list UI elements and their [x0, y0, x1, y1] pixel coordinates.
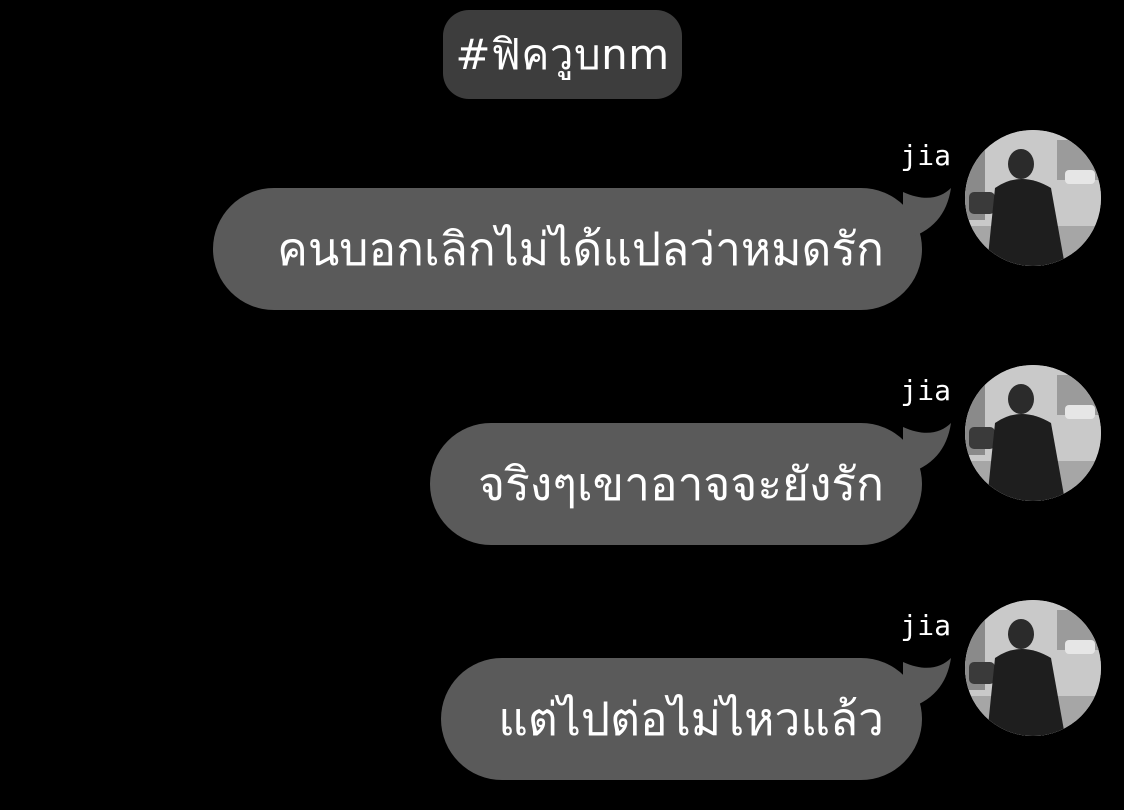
hashtag-label[interactable]: #ฟิควูบnm — [443, 10, 682, 99]
message-bubble[interactable]: แต่ไปต่อไม่ไหวแล้ว — [441, 658, 922, 780]
sender-name: jia — [900, 374, 951, 407]
sender-name: jia — [900, 609, 951, 642]
message-bubble[interactable]: คนบอกเลิกไม่ได้แปลว่าหมดรัก — [213, 188, 922, 310]
bubble-tail-icon — [903, 658, 951, 710]
avatar-photo-icon — [965, 130, 1101, 266]
avatar[interactable] — [965, 365, 1101, 501]
bubble-tail-icon — [903, 423, 951, 475]
avatar-photo-icon — [965, 365, 1101, 501]
bubble-tail-icon — [903, 188, 951, 240]
message-bubble[interactable]: จริงๆเขาอาจจะยังรัก — [430, 423, 922, 545]
avatar[interactable] — [965, 600, 1101, 736]
avatar-photo-icon — [965, 600, 1101, 736]
sender-name: jia — [900, 139, 951, 172]
avatar[interactable] — [965, 130, 1101, 266]
